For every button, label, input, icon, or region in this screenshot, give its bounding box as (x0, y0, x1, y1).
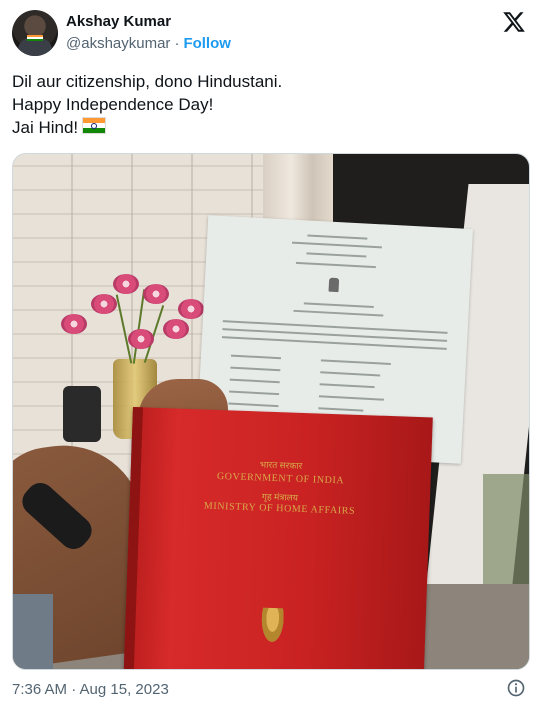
lily-flower (178, 299, 204, 319)
certificate-text-line (320, 359, 391, 365)
avatar[interactable] (12, 10, 58, 56)
certificate-emblem-icon (328, 277, 340, 293)
certificate-text-line (291, 241, 382, 249)
tweet-line-3: Jai Hind! (12, 116, 522, 139)
lily-flower (128, 329, 154, 349)
certificate-text-line (230, 354, 281, 360)
certificate-text-line (307, 234, 368, 240)
tweet-header: Akshay Kumar @akshaykumar · Follow (12, 10, 530, 58)
tweet-line-1: Dil aur citizenship, dono Hindustani. (12, 72, 283, 91)
info-icon[interactable] (506, 678, 526, 698)
timestamp[interactable]: 7:36 AM · Aug 15, 2023 (12, 681, 169, 698)
certificate-text-line (293, 309, 384, 317)
passport-folder: भारत सरकार GOVERNMENT OF INDIA गृह मंत्र… (123, 407, 433, 669)
x-logo-icon[interactable] (502, 10, 526, 34)
certificate-text-line (319, 383, 375, 389)
speaker (63, 386, 101, 442)
author-name[interactable]: Akshay Kumar (66, 13, 171, 30)
certificate-text-line (230, 366, 281, 372)
lily-flower (143, 284, 169, 304)
lily-flower (113, 274, 139, 294)
avatar-flag-badge (27, 35, 43, 41)
separator: · (174, 35, 180, 52)
author-handle[interactable]: @akshaykumar (66, 35, 170, 52)
national-emblem-icon (260, 607, 285, 643)
certificate-text-line (320, 371, 381, 377)
certificate-text-line (228, 402, 279, 408)
certificate-text-line (306, 252, 367, 258)
lily-flower (61, 314, 87, 334)
sleeve (13, 594, 53, 669)
certificate-text-line (318, 407, 364, 412)
lily-flower (91, 294, 117, 314)
tweet-photo[interactable]: भारत सरकार GOVERNMENT OF INDIA गृह मंत्र… (12, 153, 530, 670)
author-handle-row: @akshaykumar · Follow (66, 35, 231, 52)
tweet-line-2: Happy Independence Day! (12, 95, 214, 114)
follow-button[interactable]: Follow (183, 35, 231, 52)
certificate-text-line (318, 395, 384, 401)
tweet-line-3-text: Jai Hind! (12, 118, 79, 137)
certificate-text-line (229, 378, 280, 384)
lily-flower (163, 319, 189, 339)
certificate-text-line (295, 261, 376, 269)
india-flag-icon (82, 117, 107, 134)
tweet-text: Dil aur citizenship, dono Hindustani. Ha… (12, 70, 522, 139)
certificate-text-line (303, 302, 374, 309)
certificate-text-line (229, 390, 280, 396)
tweet-footer: 7:36 AM · Aug 15, 2023 (12, 678, 530, 700)
